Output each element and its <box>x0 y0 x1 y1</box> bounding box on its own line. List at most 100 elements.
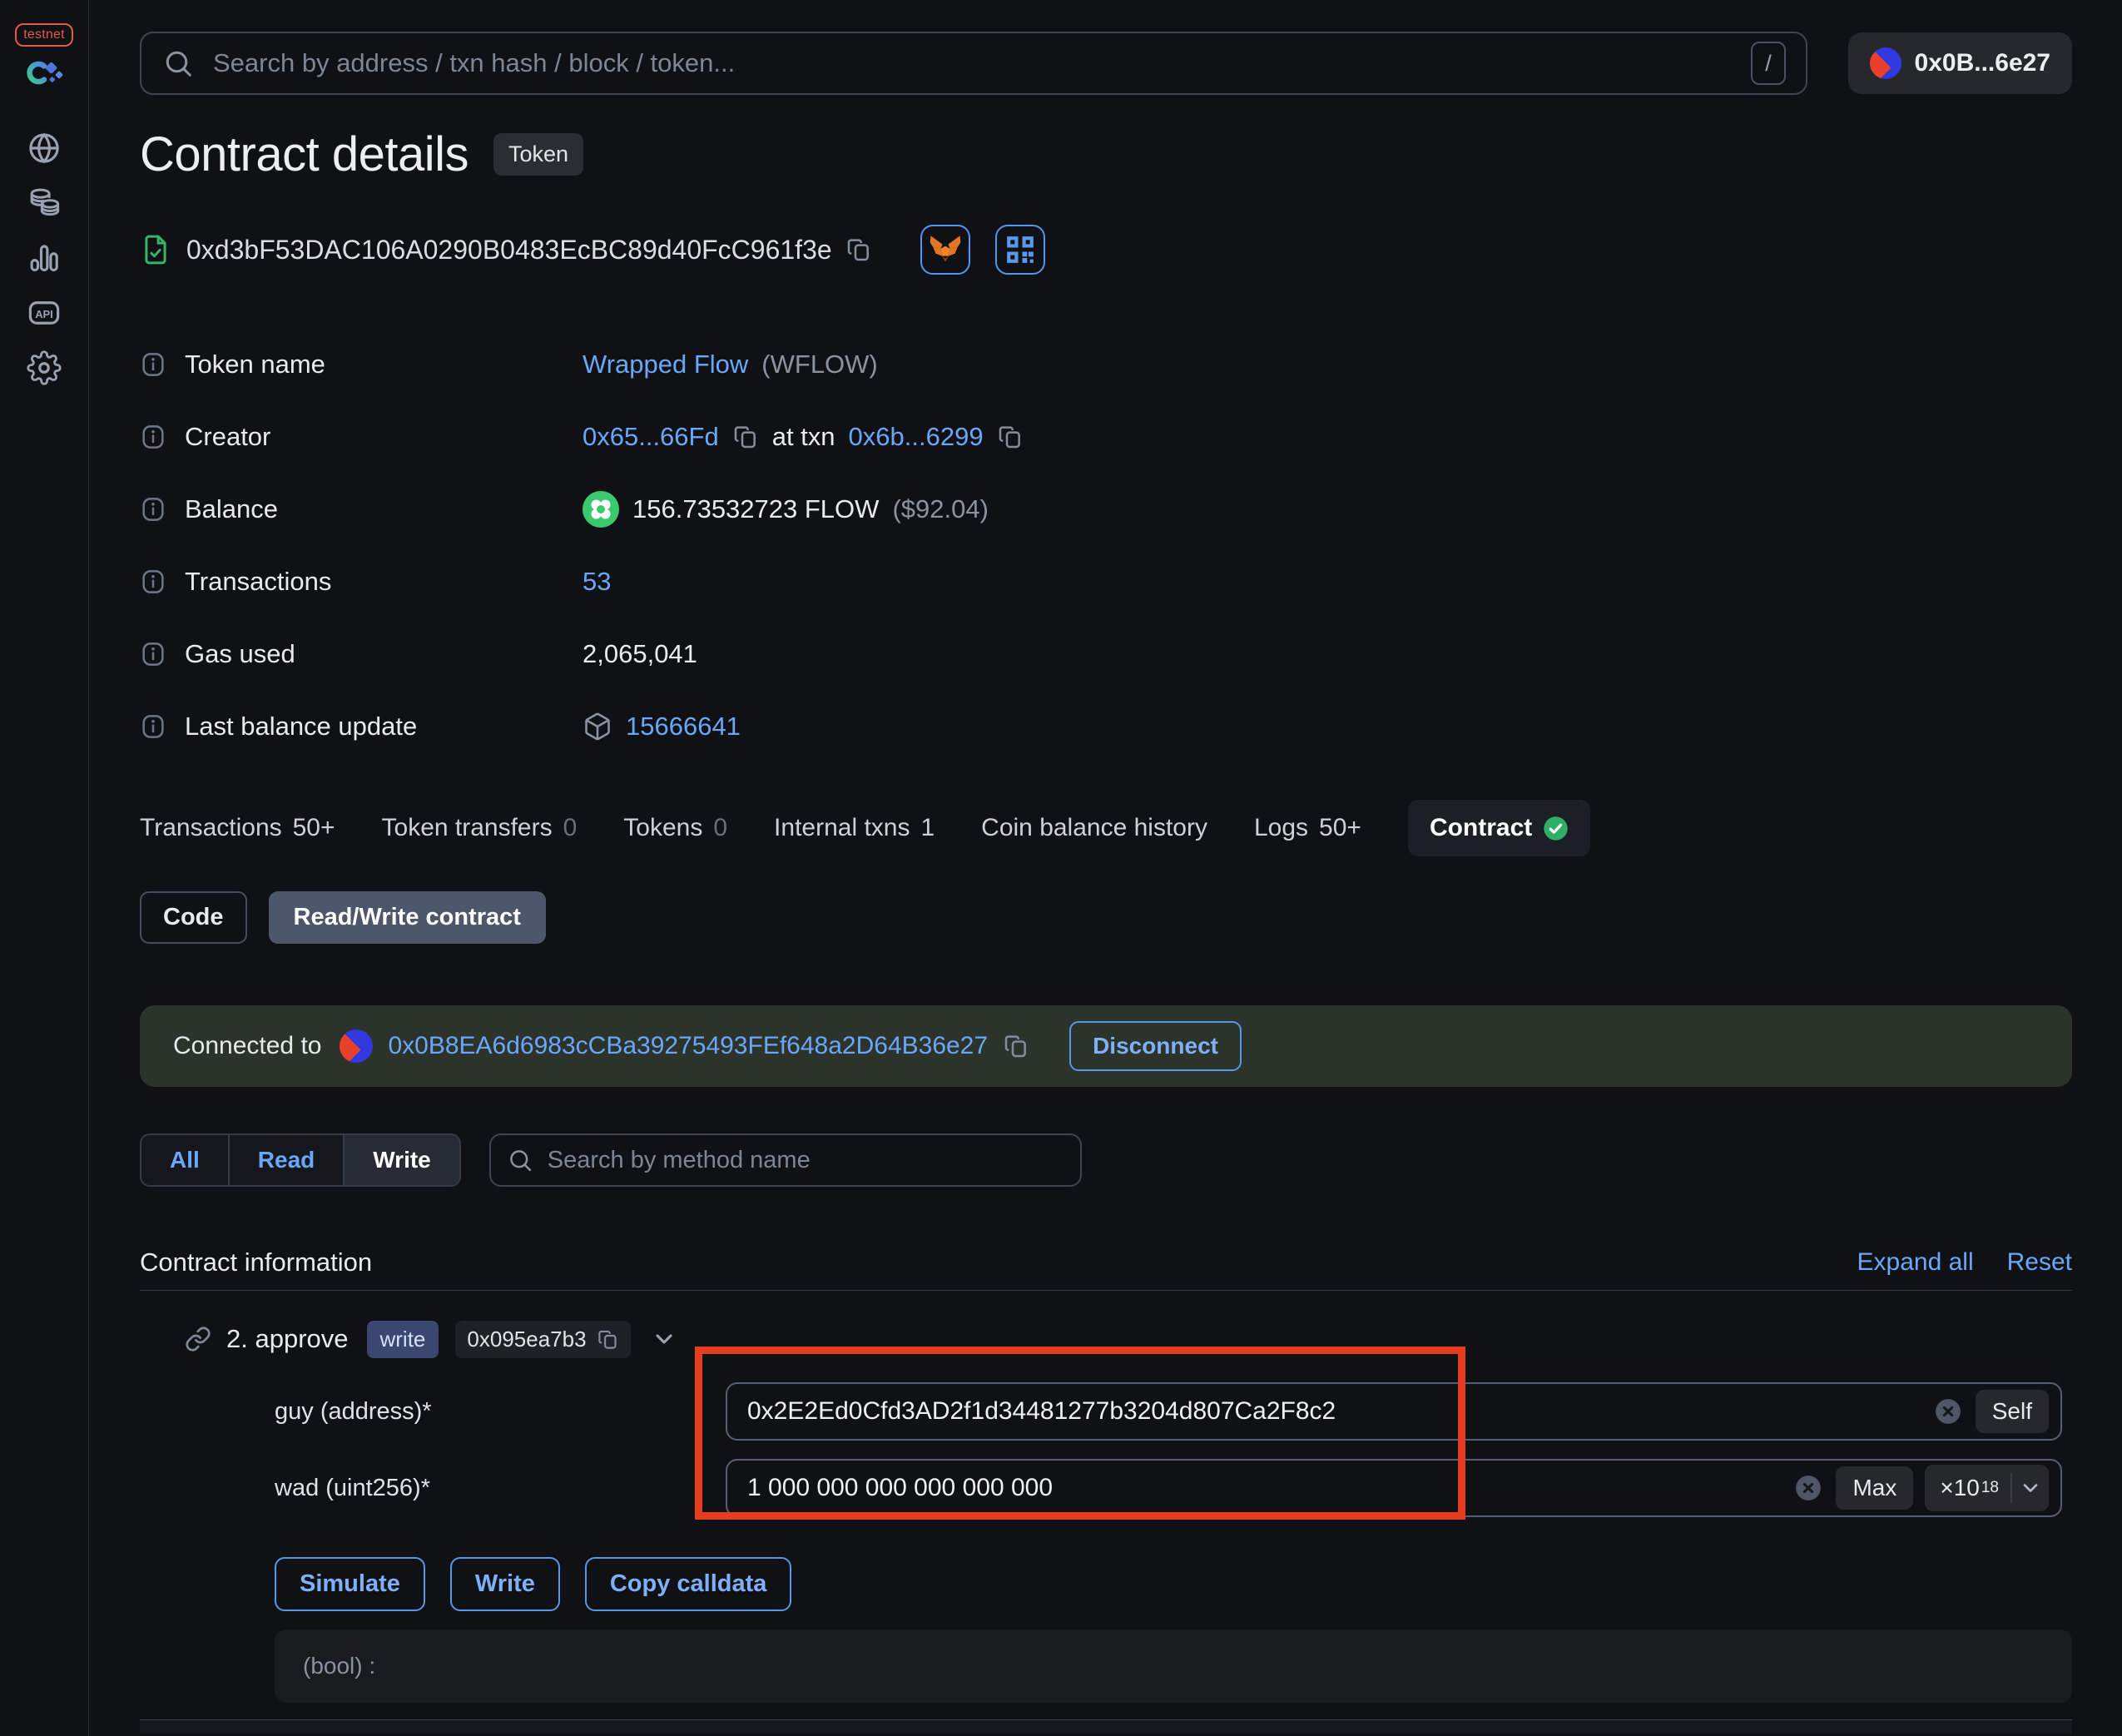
field-row-guy: guy (address)* Self <box>140 1382 2072 1441</box>
tab-tokens[interactable]: Tokens 0 <box>623 814 727 842</box>
clear-input-icon[interactable] <box>1794 1474 1822 1502</box>
divider <box>2010 1473 2012 1503</box>
tab-transactions[interactable]: Transactions 50+ <box>140 814 335 842</box>
copy-wallet-address-icon[interactable] <box>1003 1033 1029 1059</box>
creator-address-link[interactable]: 0x65...66Fd <box>583 422 719 452</box>
search-icon <box>508 1148 533 1173</box>
tab-contract[interactable]: Contract <box>1407 800 1591 856</box>
copy-txn-icon[interactable] <box>997 424 1024 450</box>
nav-stats-icon[interactable] <box>26 240 62 276</box>
tab-bar: Transactions 50+ Token transfers 0 Tokens 0… <box>140 800 2072 856</box>
tab-internal-txns[interactable]: Internal txns 1 <box>774 814 935 842</box>
multiplier-dropdown[interactable]: ×10 18 <box>1925 1465 2049 1511</box>
token-type-badge: Token <box>493 132 584 176</box>
method-filter-row: All Read Write <box>140 1133 2072 1187</box>
copy-creator-icon[interactable] <box>732 424 759 450</box>
gas-used-value: 2,065,041 <box>583 639 697 668</box>
block-icon <box>583 712 612 742</box>
page: testnet / <box>0 0 2122 1736</box>
account-button[interactable]: 0x0B...6e27 <box>1847 32 2072 94</box>
creation-txn-link[interactable]: 0x6b...6299 <box>849 422 984 452</box>
method-name: 2. approve <box>226 1324 349 1353</box>
search-input[interactable] <box>213 48 1751 78</box>
max-button[interactable]: Max <box>1836 1466 1914 1510</box>
wad-amount-field: Max ×1018 <box>726 1459 2062 1517</box>
nav-api-icon[interactable] <box>26 295 62 331</box>
copy-selector-icon[interactable] <box>597 1328 619 1351</box>
verified-contract-icon <box>140 234 171 265</box>
disconnect-button[interactable]: Disconnect <box>1069 1021 1242 1071</box>
method-fields: guy (address)* Self wad (uint256)* Max <box>140 1347 2072 1520</box>
wad-amount-input[interactable] <box>747 1474 1795 1502</box>
method-type-segmented-control: All Read Write <box>140 1133 461 1187</box>
field-row-wad: wad (uint256)* Max ×1018 <box>140 1459 2072 1517</box>
copy-calldata-button[interactable]: Copy calldata <box>584 1557 792 1611</box>
guy-address-input[interactable] <box>747 1397 1934 1426</box>
token-symbol: (WFLOW) <box>761 350 878 379</box>
write-button[interactable]: Write <box>449 1557 560 1611</box>
field-label: wad (uint256)* <box>275 1474 430 1501</box>
self-button[interactable]: Self <box>1975 1390 2049 1433</box>
write-badge: write <box>366 1320 439 1358</box>
filter-all[interactable]: All <box>141 1135 228 1185</box>
wallet-connected-banner: Connected to 0x0B8EA6d6983cCBa39275493FE… <box>140 1005 2072 1087</box>
filter-write[interactable]: Write <box>343 1135 459 1185</box>
block-number-link[interactable]: 15666641 <box>626 712 741 742</box>
flow-token-icon <box>583 491 619 528</box>
search-icon <box>163 48 193 78</box>
qr-code-button[interactable] <box>994 225 1045 275</box>
info-row-creator: Creator 0x65...66Fd at txn 0x6b...6299 <box>140 414 2072 460</box>
info-icon[interactable] <box>140 641 166 667</box>
guy-address-field: Self <box>726 1382 2062 1441</box>
code-tab-button[interactable]: Code <box>140 891 247 944</box>
info-icon[interactable] <box>140 351 166 378</box>
tab-logs[interactable]: Logs 50+ <box>1254 814 1361 842</box>
page-title: Contract details <box>140 126 469 181</box>
method-search-input[interactable] <box>547 1146 1063 1174</box>
metamask-fox-icon <box>929 233 962 266</box>
main-content: / 0x0B...6e27 Contract details Token 0xd… <box>140 0 2072 1736</box>
method-approve-header[interactable]: 2. approve write 0x095ea7b3 <box>140 1317 2072 1361</box>
contract-information-header: Contract information Expand all Reset <box>140 1245 2072 1280</box>
connected-wallet-address-link[interactable]: 0x0B8EA6d6983cCBa39275493FEf648a2D64B36e… <box>388 1032 988 1060</box>
nav-tokens-icon[interactable] <box>26 185 62 221</box>
tab-token-transfers[interactable]: Token transfers 0 <box>382 814 578 842</box>
token-name-link[interactable]: Wrapped Flow <box>583 350 748 379</box>
output-type: (bool) : <box>303 1653 376 1679</box>
next-method-row-hint <box>140 1720 2072 1734</box>
copy-address-icon[interactable] <box>845 236 872 263</box>
method-approve-section: 2. approve write 0x095ea7b3 guy (address… <box>140 1317 2072 1703</box>
verified-check-icon <box>1543 816 1569 841</box>
link-icon[interactable] <box>185 1326 211 1352</box>
filter-read[interactable]: Read <box>227 1135 343 1185</box>
chevron-down-icon[interactable] <box>651 1326 677 1352</box>
clear-input-icon[interactable] <box>1934 1397 1962 1426</box>
nav-network-icon[interactable] <box>26 130 62 166</box>
info-icon[interactable] <box>140 568 166 595</box>
app-logo-icon[interactable] <box>22 58 67 92</box>
add-to-metamask-button[interactable] <box>920 225 970 275</box>
info-row-token-name: Token name Wrapped Flow (WFLOW) <box>140 341 2072 388</box>
method-search[interactable] <box>488 1133 1082 1187</box>
qr-code-icon <box>1004 233 1037 266</box>
info-icon[interactable] <box>140 424 166 450</box>
at-txn-label: at txn <box>771 422 835 451</box>
method-action-buttons: Simulate Write Copy calldata <box>140 1557 2072 1611</box>
connected-label: Connected to <box>173 1032 322 1059</box>
info-icon[interactable] <box>140 496 166 523</box>
simulate-button[interactable]: Simulate <box>275 1557 425 1611</box>
read-write-contract-tab-button[interactable]: Read/Write contract <box>268 891 546 944</box>
tab-coin-balance-history[interactable]: Coin balance history <box>981 814 1207 842</box>
expand-all-link[interactable]: Expand all <box>1857 1248 1974 1277</box>
info-row-balance: Balance 156.73532723 FLOW ($92.04) <box>140 486 2072 533</box>
transactions-count-link[interactable]: 53 <box>583 567 611 597</box>
contract-subtabs: Code Read/Write contract <box>140 891 2072 944</box>
account-avatar <box>1869 47 1901 79</box>
chevron-down-icon <box>2019 1476 2042 1500</box>
balance-value: 156.73532723 FLOW <box>632 494 880 523</box>
nav-settings-icon[interactable] <box>26 350 62 386</box>
info-icon[interactable] <box>140 713 166 740</box>
info-row-last-balance-update: Last balance update 15666641 <box>140 703 2072 750</box>
global-search[interactable]: / <box>140 32 1807 95</box>
reset-link[interactable]: Reset <box>2007 1248 2072 1277</box>
